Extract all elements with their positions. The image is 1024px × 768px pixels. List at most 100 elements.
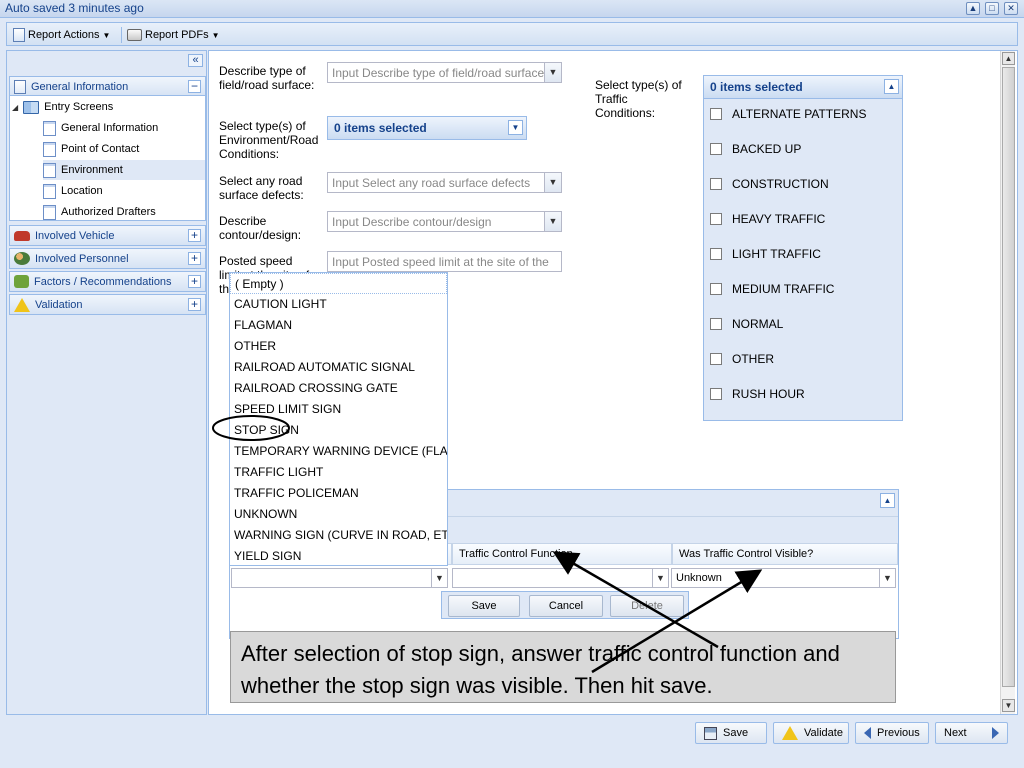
traffic-option-row[interactable]: LIGHT TRAFFIC [710, 246, 821, 262]
expand-plus-icon[interactable]: + [188, 298, 201, 311]
report-pdfs-button[interactable]: Report PDFs ▼ [127, 26, 220, 44]
page-icon [43, 141, 56, 157]
dropdown-option[interactable]: YIELD SIGN [230, 546, 447, 565]
collapse-minus-icon[interactable]: − [188, 80, 201, 93]
chevron-up-icon[interactable]: ▲ [884, 79, 899, 94]
scroll-thumb[interactable] [1002, 67, 1015, 687]
dropdown-option[interactable]: RAILROAD AUTOMATIC SIGNAL [230, 357, 447, 378]
traffic-option-row[interactable]: RUSH HOUR [710, 386, 805, 402]
tree-expand-icon[interactable]: ◢ [12, 103, 18, 112]
checkbox[interactable] [710, 283, 722, 295]
traffic-option-label: BACKED UP [732, 142, 802, 156]
close-icon[interactable]: ✕ [1004, 2, 1018, 15]
save-icon [704, 726, 717, 740]
collapse-sidebar-button[interactable]: « [188, 54, 203, 67]
checkbox[interactable] [710, 143, 722, 155]
footer-save-button[interactable]: Save [695, 722, 767, 744]
dropdown-option[interactable]: SPEED LIMIT SIGN [230, 399, 447, 420]
sidebar-section-factors-recommendations[interactable]: Factors / Recommendations + [9, 271, 206, 292]
maximize-icon[interactable]: □ [985, 2, 999, 15]
traffic-option-label: OTHER [732, 352, 774, 366]
traffic-option-row[interactable]: CONSTRUCTION [710, 176, 829, 192]
warning-icon [14, 297, 30, 312]
dropdown-option[interactable]: CAUTION LIGHT [230, 294, 447, 315]
traffic-conditions-select[interactable]: 0 items selected ▲ [703, 75, 903, 99]
chevron-down-icon[interactable]: ▼ [879, 569, 895, 587]
dropdown-option[interactable]: ( Empty ) [230, 273, 447, 294]
tree-item-location[interactable]: Location [43, 181, 103, 201]
dropdown-option[interactable]: RAILROAD CROSSING GATE [230, 378, 447, 399]
chevron-down-icon[interactable]: ▼ [508, 120, 523, 135]
dropdown-option[interactable]: UNKNOWN [230, 504, 447, 525]
dropdown-option[interactable]: OTHER [230, 336, 447, 357]
checkbox[interactable] [710, 248, 722, 260]
expand-plus-icon[interactable]: + [188, 229, 201, 242]
traffic-conditions-label: Select type(s) of Traffic Conditions: [595, 78, 682, 120]
checkbox[interactable] [710, 213, 722, 225]
traffic-control-function-editor[interactable]: ▼ [452, 568, 669, 588]
checkbox[interactable] [710, 108, 722, 120]
sidebar-section-general-information[interactable]: General Information − [9, 76, 206, 97]
tree-root-entry-screens[interactable]: ◢ Entry Screens [12, 97, 113, 117]
traffic-option-row[interactable]: NORMAL [710, 316, 783, 332]
expand-plus-icon[interactable]: + [188, 275, 201, 288]
chevron-down-icon[interactable]: ▼ [544, 212, 561, 231]
footer-validate-button[interactable]: Validate [773, 722, 849, 744]
restore-icon[interactable]: ▲ [966, 2, 980, 15]
arrow-right-icon [992, 727, 999, 739]
tree-item-point-of-contact[interactable]: Point of Contact [43, 139, 139, 159]
tree-item-general-information[interactable]: General Information [43, 118, 158, 138]
grid-column-traffic-control-function[interactable]: Traffic Control Function [452, 543, 672, 565]
row-delete-button[interactable]: Delete [610, 595, 684, 617]
dropdown-option-stop-sign[interactable]: STOP SIGN [230, 420, 447, 441]
vertical-scrollbar[interactable]: ▲ ▼ [1000, 51, 1015, 714]
traffic-option-row[interactable]: OTHER [710, 351, 774, 367]
tree-item-label: General Information [61, 122, 159, 134]
row-save-button[interactable]: Save [448, 595, 520, 617]
car-icon [14, 230, 30, 241]
surface-defects-field[interactable]: Input Select any road surface defects ▼ [327, 172, 562, 193]
traffic-option-label: ALTERNATE PATTERNS [732, 107, 867, 121]
scroll-down-icon[interactable]: ▼ [1002, 699, 1015, 712]
traffic-control-visible-editor[interactable]: Unknown ▼ [671, 568, 896, 588]
footer-previous-button[interactable]: Previous [855, 722, 929, 744]
traffic-option-row[interactable]: ALTERNATE PATTERNS [710, 106, 866, 122]
speed-limit-field[interactable]: Input Posted speed limit at the site of … [327, 251, 562, 272]
chevron-down-icon[interactable]: ▼ [652, 569, 668, 587]
surface-type-label: Describe type of field/road surface: [219, 64, 315, 92]
tree-item-authorized-drafters[interactable]: Authorized Drafters [43, 202, 156, 222]
dropdown-option[interactable]: TRAFFIC LIGHT [230, 462, 447, 483]
expand-plus-icon[interactable]: + [188, 252, 201, 265]
footer-next-button[interactable]: Next [935, 722, 1008, 744]
grid-column-traffic-control-visible[interactable]: Was Traffic Control Visible? [672, 543, 898, 565]
dropdown-option[interactable]: TEMPORARY WARNING DEVICE (FLAG [230, 441, 447, 462]
chevron-down-icon[interactable]: ▼ [544, 173, 561, 192]
chevron-down-icon[interactable]: ▼ [544, 63, 561, 82]
checkbox[interactable] [710, 178, 722, 190]
scroll-up-icon[interactable]: ▲ [1002, 52, 1015, 65]
traffic-option-row[interactable]: BACKED UP [710, 141, 801, 157]
row-cancel-button[interactable]: Cancel [529, 595, 603, 617]
sidebar-section-validation[interactable]: Validation + [9, 294, 206, 315]
chevron-up-icon[interactable]: ▲ [880, 493, 895, 508]
dropdown-option[interactable]: FLAGMAN [230, 315, 447, 336]
dropdown-option[interactable]: TRAFFIC POLICEMAN [230, 483, 447, 504]
checkbox[interactable] [710, 318, 722, 330]
checkbox[interactable] [710, 388, 722, 400]
tree-item-environment[interactable]: Environment [43, 160, 205, 180]
sidebar-section-involved-vehicle[interactable]: Involved Vehicle + [9, 225, 206, 246]
env-conditions-select[interactable]: 0 items selected ▼ [327, 116, 527, 140]
people-icon [14, 252, 30, 265]
contour-field[interactable]: Input Describe contour/design ▼ [327, 211, 562, 232]
control-type-editor[interactable]: ▼ [231, 568, 448, 588]
report-actions-button[interactable]: Report Actions ▼ [13, 26, 110, 44]
traffic-option-row[interactable]: HEAVY TRAFFIC [710, 211, 825, 227]
sidebar-section-label: Involved Personnel [35, 252, 129, 265]
dropdown-option[interactable]: WARNING SIGN (CURVE IN ROAD, ETC [230, 525, 447, 546]
chevron-down-icon[interactable]: ▼ [431, 569, 447, 587]
traffic-option-row[interactable]: MEDIUM TRAFFIC [710, 281, 834, 297]
checkbox[interactable] [710, 353, 722, 365]
sidebar-section-involved-personnel[interactable]: Involved Personnel + [9, 248, 206, 269]
surface-type-placeholder: Input Describe type of field/road surfac… [332, 66, 545, 80]
surface-type-field[interactable]: Input Describe type of field/road surfac… [327, 62, 562, 83]
